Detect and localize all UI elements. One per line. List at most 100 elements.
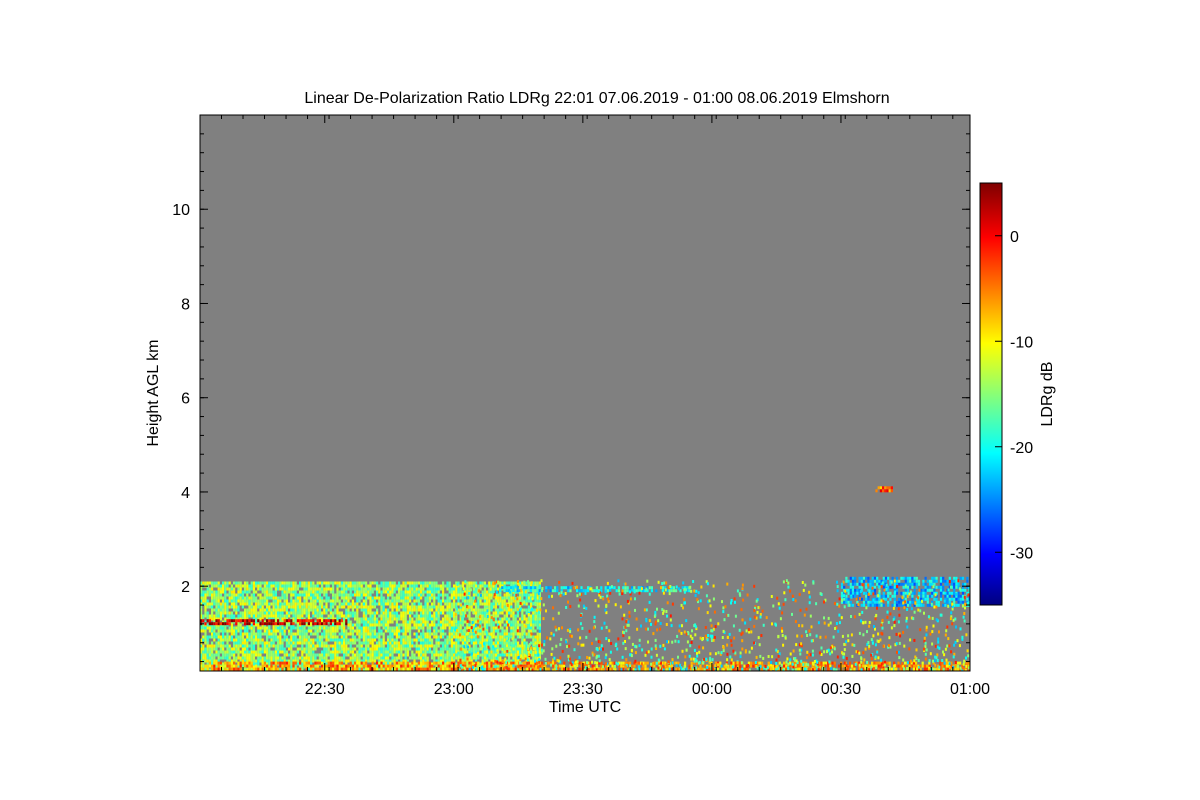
ldr-pixel — [420, 638, 423, 642]
ldr-pixel — [420, 620, 423, 624]
ldr-pixel — [411, 664, 414, 668]
ldr-pixel — [244, 632, 247, 636]
ldr-pixel — [494, 638, 497, 642]
ldr-pixel — [239, 629, 242, 633]
ldr-pixel — [406, 581, 409, 585]
ldr-pixel — [345, 650, 348, 654]
ldr-pixel — [820, 661, 823, 665]
ldr-pixel — [959, 576, 962, 580]
ldr-pixel — [422, 608, 425, 612]
ldr-pixel — [867, 579, 870, 583]
ldr-pixel — [785, 667, 788, 671]
ldr-pixel — [296, 584, 299, 588]
ldr-pixel — [435, 596, 438, 600]
ldr-pixel — [391, 617, 394, 621]
ldr-pixel — [362, 629, 365, 633]
ldr-pixel — [398, 617, 401, 621]
ldr-pixel — [512, 656, 515, 660]
ldr-pixel — [299, 608, 302, 612]
ldr-pixel — [323, 650, 326, 654]
ldr-pixel — [206, 644, 209, 648]
ldr-pixel — [415, 611, 418, 615]
ldr-pixel — [538, 632, 541, 636]
ldr-pixel — [329, 667, 332, 671]
ldr-pixel — [942, 576, 945, 580]
ldr-pixel — [415, 644, 418, 648]
ldr-pixel — [340, 667, 343, 671]
ldr-pixel — [384, 611, 387, 615]
ldr-pixel — [277, 641, 280, 645]
ldr-pixel — [446, 661, 449, 665]
ldr-pixel — [369, 596, 372, 600]
ldr-pixel — [266, 614, 269, 618]
ldr-pixel — [259, 611, 262, 615]
ldr-pixel — [323, 587, 326, 591]
ldr-pixel — [325, 590, 328, 594]
ldr-pixel — [897, 664, 900, 668]
ldr-pixel — [415, 617, 418, 621]
ldr-pixel — [869, 579, 872, 583]
ldr-pixel — [213, 622, 216, 626]
ldr-pixel — [266, 656, 269, 660]
ldr-pixel — [420, 590, 423, 594]
ldr-pixel — [391, 641, 394, 645]
ldr-pixel — [373, 659, 376, 663]
ldr-pixel — [365, 661, 368, 665]
ldr-pixel — [545, 667, 548, 671]
ldr-pixel — [217, 590, 220, 594]
ldr-pixel — [413, 656, 416, 660]
ldr-pixel — [310, 605, 313, 609]
ldr-pixel — [325, 667, 328, 671]
ldr-pixel — [299, 584, 302, 588]
ldr-pixel — [378, 614, 381, 618]
ldr-pixel — [670, 664, 673, 668]
ldr-pixel — [426, 590, 429, 594]
ldr-pixel — [402, 629, 405, 633]
ldr-pixel — [448, 661, 451, 665]
ldr-pixel — [420, 641, 423, 645]
ldr-pixel — [433, 635, 436, 639]
ldr-pixel — [530, 661, 533, 665]
ldr-pixel — [389, 611, 392, 615]
ldr-pixel — [252, 638, 255, 642]
ldr-pixel — [505, 614, 508, 618]
ldr-pixel — [263, 656, 266, 660]
ldr-pixel — [503, 623, 506, 627]
ldr-pixel — [233, 667, 236, 671]
ldr-pixel — [266, 644, 269, 648]
ldr-pixel — [395, 626, 398, 630]
ldr-pixel — [345, 629, 348, 633]
ldr-pixel — [389, 620, 392, 624]
ldr-pixel — [237, 619, 240, 623]
ldr-pixel — [204, 605, 207, 609]
ldr-pixel — [393, 644, 396, 648]
ldr-pixel — [435, 661, 438, 665]
ldr-pixel — [233, 650, 236, 654]
ldr-pixel — [538, 650, 541, 654]
ldr-pixel — [312, 608, 315, 612]
ldr-pixel — [453, 590, 456, 594]
ldr-pixel — [371, 656, 374, 660]
ldr-pixel — [206, 614, 209, 618]
ldr-pixel — [206, 593, 209, 597]
plot-area — [199, 114, 971, 672]
ldr-pixel — [351, 664, 354, 668]
ldr-pixel — [439, 620, 442, 624]
ldr-pixel — [413, 661, 416, 665]
ldr-pixel — [325, 629, 328, 633]
ldr-pixel — [409, 605, 412, 609]
ldr-pixel — [356, 638, 359, 642]
ldr-pixel — [307, 650, 310, 654]
ldr-pixel — [329, 611, 332, 615]
ldr-pixel — [301, 626, 304, 630]
ldr-pixel — [406, 626, 409, 630]
ldr-pixel — [367, 656, 370, 660]
ldr-pixel — [237, 596, 240, 600]
ldr-pixel — [420, 581, 423, 585]
ldr-pixel — [448, 599, 451, 603]
ldr-pixel — [435, 623, 438, 627]
ldr-pixel — [336, 667, 339, 671]
ldr-pixel — [488, 641, 491, 645]
ldr-pixel — [314, 647, 317, 651]
ldr-pixel — [455, 641, 458, 645]
